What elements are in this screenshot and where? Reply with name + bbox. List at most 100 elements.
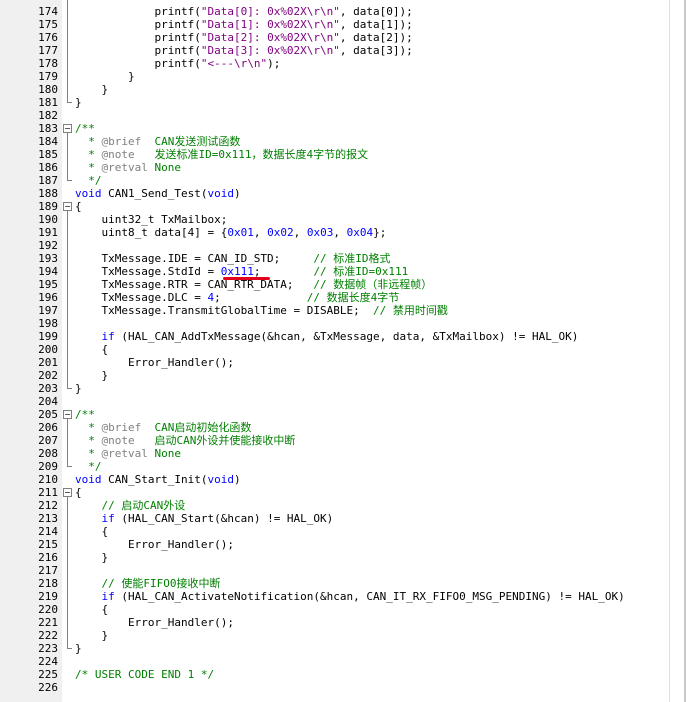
code-token: { [75,603,109,616]
code-line[interactable]: 206 * @brief CAN启动初始化函数 [0,421,686,434]
line-number: 217 [38,564,58,577]
code-line[interactable]: 211−{ [0,486,686,499]
code-text: if (HAL_CAN_ActivateNotification(&hcan, … [75,590,625,603]
fold-end-marker [67,102,72,103]
line-number: 213 [38,512,58,525]
fold-guide-line [67,210,68,388]
code-line[interactable]: 176 printf("Data[2]: 0x%02X\r\n", data[2… [0,31,686,44]
code-line[interactable]: 196 TxMessage.DLC = 4; // 数据长度4字节 [0,291,686,304]
code-token: } [75,382,82,395]
code-token: CAN发送测试函数 [141,135,241,148]
line-number: 196 [38,291,58,304]
line-number: 212 [38,499,58,512]
code-text: printf("Data[1]: 0x%02X\r\n", data[1]); [75,18,412,31]
code-line[interactable]: 178 printf("<---\r\n"); [0,57,686,70]
code-line[interactable]: 195 TxMessage.RTR = CAN_RTR_DATA; // 数据帧… [0,278,686,291]
code-line[interactable]: 218 // 使能FIFO0接收中断 [0,577,686,590]
code-line[interactable]: 180 } [0,83,686,96]
code-token: // 禁用时间戳 [373,304,448,317]
code-token: void [207,473,234,486]
code-line[interactable]: 183−/** [0,122,686,135]
code-line[interactable]: 194 TxMessage.StdId = 0x111; // 标准ID=0x1… [0,265,686,278]
code-line[interactable]: 205−/** [0,408,686,421]
code-line[interactable]: 204 [0,395,686,408]
code-token: // 标准ID格式 [313,252,391,265]
code-line[interactable]: 217 [0,564,686,577]
code-line[interactable]: 208 * @retval None [0,447,686,460]
code-line[interactable]: 201 Error_Handler(); [0,356,686,369]
code-line[interactable]: 185 * @note 发送标准ID=0x111，数据长度4字节的报文 [0,148,686,161]
code-line[interactable]: 202 } [0,369,686,382]
code-token: // 数据长度4字节 [306,291,400,304]
code-line[interactable]: 213 if (HAL_CAN_Start(&hcan) != HAL_OK) [0,512,686,525]
line-number: 187 [38,174,58,187]
code-line[interactable]: 175 printf("Data[1]: 0x%02X\r\n", data[1… [0,18,686,31]
code-line[interactable]: 203} [0,382,686,395]
code-line[interactable]: 174 printf("Data[0]: 0x%02X\r\n", data[0… [0,5,686,18]
code-line[interactable]: 193 TxMessage.IDE = CAN_ID_STD; // 标准ID格… [0,252,686,265]
code-line[interactable]: 184 * @brief CAN发送测试函数 [0,135,686,148]
code-token: } [75,642,82,655]
line-number: 226 [38,681,58,694]
code-line[interactable]: 179 } [0,70,686,83]
code-token: 0x01 [227,226,254,239]
code-line[interactable]: 209 */ [0,460,686,473]
code-line[interactable]: 226 [0,681,686,694]
code-line[interactable]: 198 [0,317,686,330]
code-token: "Data[0]: 0x%02X\r\n" [200,5,340,18]
code-line[interactable]: 186 * @retval None [0,161,686,174]
code-line[interactable]: 222 } [0,629,686,642]
code-line[interactable]: 177 printf("Data[3]: 0x%02X\r\n", data[3… [0,44,686,57]
code-line[interactable]: 215 Error_Handler(); [0,538,686,551]
code-line[interactable]: 224 [0,655,686,668]
line-number: 206 [38,421,58,434]
code-line[interactable]: 189−{ [0,200,686,213]
code-line[interactable]: 212 // 启动CAN外设 [0,499,686,512]
code-token: // 数据帧（非远程帧） [313,278,433,291]
code-line[interactable]: 190 uint32_t TxMailbox; [0,213,686,226]
code-line[interactable]: 181} [0,96,686,109]
code-token: Error_Handler(); [75,538,234,551]
code-line[interactable]: 200 { [0,343,686,356]
code-text: if (HAL_CAN_Start(&hcan) != HAL_OK) [75,512,334,525]
code-line[interactable]: 187 */ [0,174,686,187]
code-token: * [75,434,102,447]
code-text: */ [75,174,101,187]
code-editor[interactable]: 174 printf("Data[0]: 0x%02X\r\n", data[0… [0,0,686,702]
code-token: ) [233,473,241,486]
line-number: 178 [38,57,58,70]
code-line[interactable]: 221 Error_Handler(); [0,616,686,629]
code-line[interactable]: 182 [0,109,686,122]
line-number: 207 [38,434,58,447]
code-token: , data[3]); [339,44,413,57]
code-token: TxMessage.StdId = [75,265,221,278]
code-token: uint32_t TxMailbox; [75,213,228,226]
code-token: , [293,226,307,239]
line-number: 194 [38,265,58,278]
code-line[interactable]: 220 { [0,603,686,616]
code-line[interactable]: 219 if (HAL_CAN_ActivateNotification(&hc… [0,590,686,603]
code-line[interactable]: 225 /* USER CODE END 1 */ [0,668,686,681]
code-token: // 标准ID=0x111 [313,265,409,278]
line-number: 184 [38,135,58,148]
code-line[interactable]: 207 * @note 启动CAN外设并使能接收中断 [0,434,686,447]
code-text: TxMessage.IDE = CAN_ID_STD; // 标准ID格式 [75,252,391,265]
code-line[interactable]: 214 { [0,525,686,538]
code-line[interactable]: 191 uint8_t data[4] = {0x01, 0x02, 0x03,… [0,226,686,239]
code-line[interactable]: 199 if (HAL_CAN_AddTxMessage(&hcan, &TxM… [0,330,686,343]
code-line[interactable]: 223} [0,642,686,655]
code-line[interactable]: 216 } [0,551,686,564]
code-line[interactable]: 192 [0,239,686,252]
code-token: * [75,421,102,434]
code-token: if [101,512,115,525]
code-token: 0x04 [346,226,374,239]
code-line[interactable]: 210 void CAN_Start_Init(void) [0,473,686,486]
code-text: { [75,486,82,499]
code-token: , data[2]); [339,31,413,44]
code-token: void [207,187,234,200]
line-number: 181 [38,96,58,109]
code-token: printf( [75,44,201,57]
code-line[interactable]: 197 TxMessage.TransmitGlobalTime = DISAB… [0,304,686,317]
code-text: // 启动CAN外设 [75,499,186,512]
code-line[interactable]: 188 void CAN1_Send_Test(void) [0,187,686,200]
